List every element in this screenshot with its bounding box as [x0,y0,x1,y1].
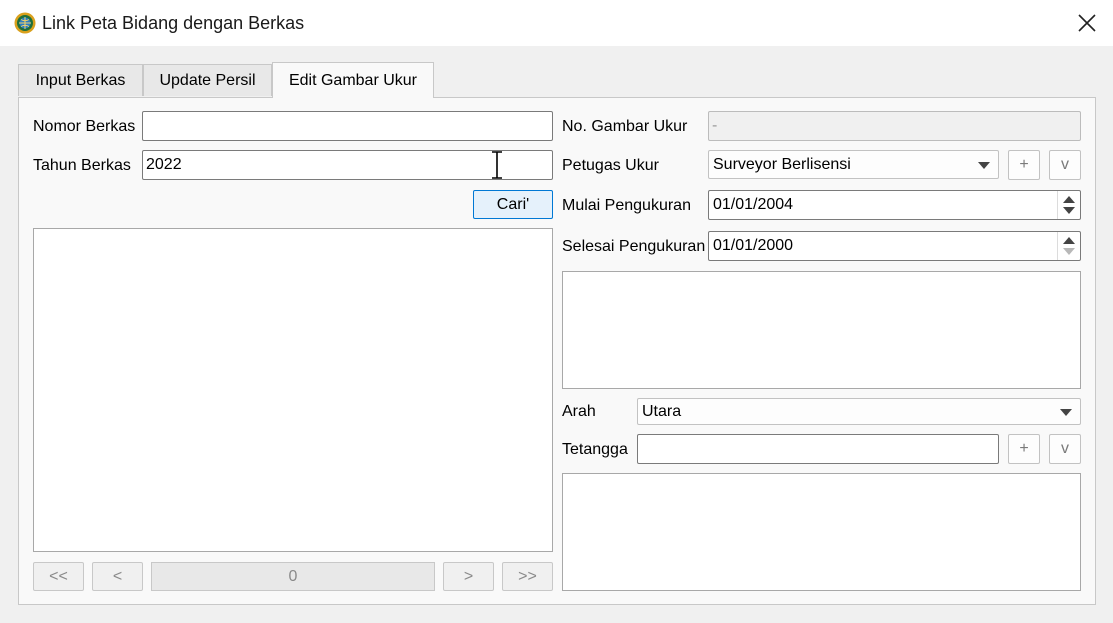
prev-page-button[interactable]: < [92,562,143,591]
spin-up-icon[interactable] [1063,196,1075,203]
chevron-down-icon [978,161,990,169]
add-tetangga-button[interactable]: + [1008,434,1040,464]
petugas-ukur-select[interactable]: Surveyor Berlisensi [708,150,999,179]
nomor-berkas-label: Nomor Berkas [33,118,136,135]
chevron-down-icon [1060,408,1072,416]
tetangga-input[interactable] [637,434,999,464]
text-cursor-icon [490,151,504,179]
spin-down-icon[interactable] [1063,248,1075,255]
close-icon[interactable] [1070,6,1104,40]
window-title: Link Peta Bidang dengan Berkas [42,13,305,33]
arah-select[interactable]: Utara [637,398,1081,425]
selesai-pengukuran-value: 01/01/2000 [713,237,794,254]
tab-update-persil[interactable]: Update Persil [143,64,272,96]
no-gambar-ukur-label: No. Gambar Ukur [562,118,688,135]
no-gambar-ukur-field: - [708,111,1081,141]
last-page-button[interactable]: >> [502,562,553,591]
tab-input-berkas[interactable]: Input Berkas [18,64,143,96]
search-button[interactable]: Cari' [473,190,553,219]
next-page-button[interactable]: > [443,562,494,591]
nomor-berkas-input[interactable] [142,111,553,141]
first-page-button[interactable]: << [33,562,84,591]
selesai-pengukuran-label: Selesai Pengukuran [562,238,706,255]
page-number: 0 [151,562,435,591]
petugas-options-button[interactable]: v [1049,150,1081,180]
mulai-pengukuran-value: 01/01/2004 [713,196,794,213]
tetangga-options-button[interactable]: v [1049,434,1081,464]
add-petugas-button[interactable]: + [1008,150,1040,180]
selesai-pengukuran-date[interactable]: 01/01/2000 [708,231,1081,261]
selesai-spinner[interactable] [1057,232,1080,260]
spin-up-icon[interactable] [1063,237,1075,244]
mulai-pengukuran-date[interactable]: 01/01/2004 [708,190,1081,220]
tahun-berkas-label: Tahun Berkas [33,157,131,174]
berkas-list[interactable] [33,228,553,552]
tetangga-label: Tetangga [562,441,628,458]
arah-label: Arah [562,403,596,420]
petugas-list[interactable] [562,271,1081,389]
tetangga-list[interactable] [562,473,1081,591]
arah-value: Utara [642,402,682,420]
tab-edit-gambar-ukur[interactable]: Edit Gambar Ukur [272,62,434,98]
mulai-spinner[interactable] [1057,191,1080,219]
mulai-pengukuran-label: Mulai Pengukuran [562,197,691,214]
bpn-logo-icon [14,12,36,34]
petugas-ukur-value: Surveyor Berlisensi [713,155,851,173]
petugas-ukur-label: Petugas Ukur [562,157,659,174]
spin-down-icon[interactable] [1063,207,1075,214]
